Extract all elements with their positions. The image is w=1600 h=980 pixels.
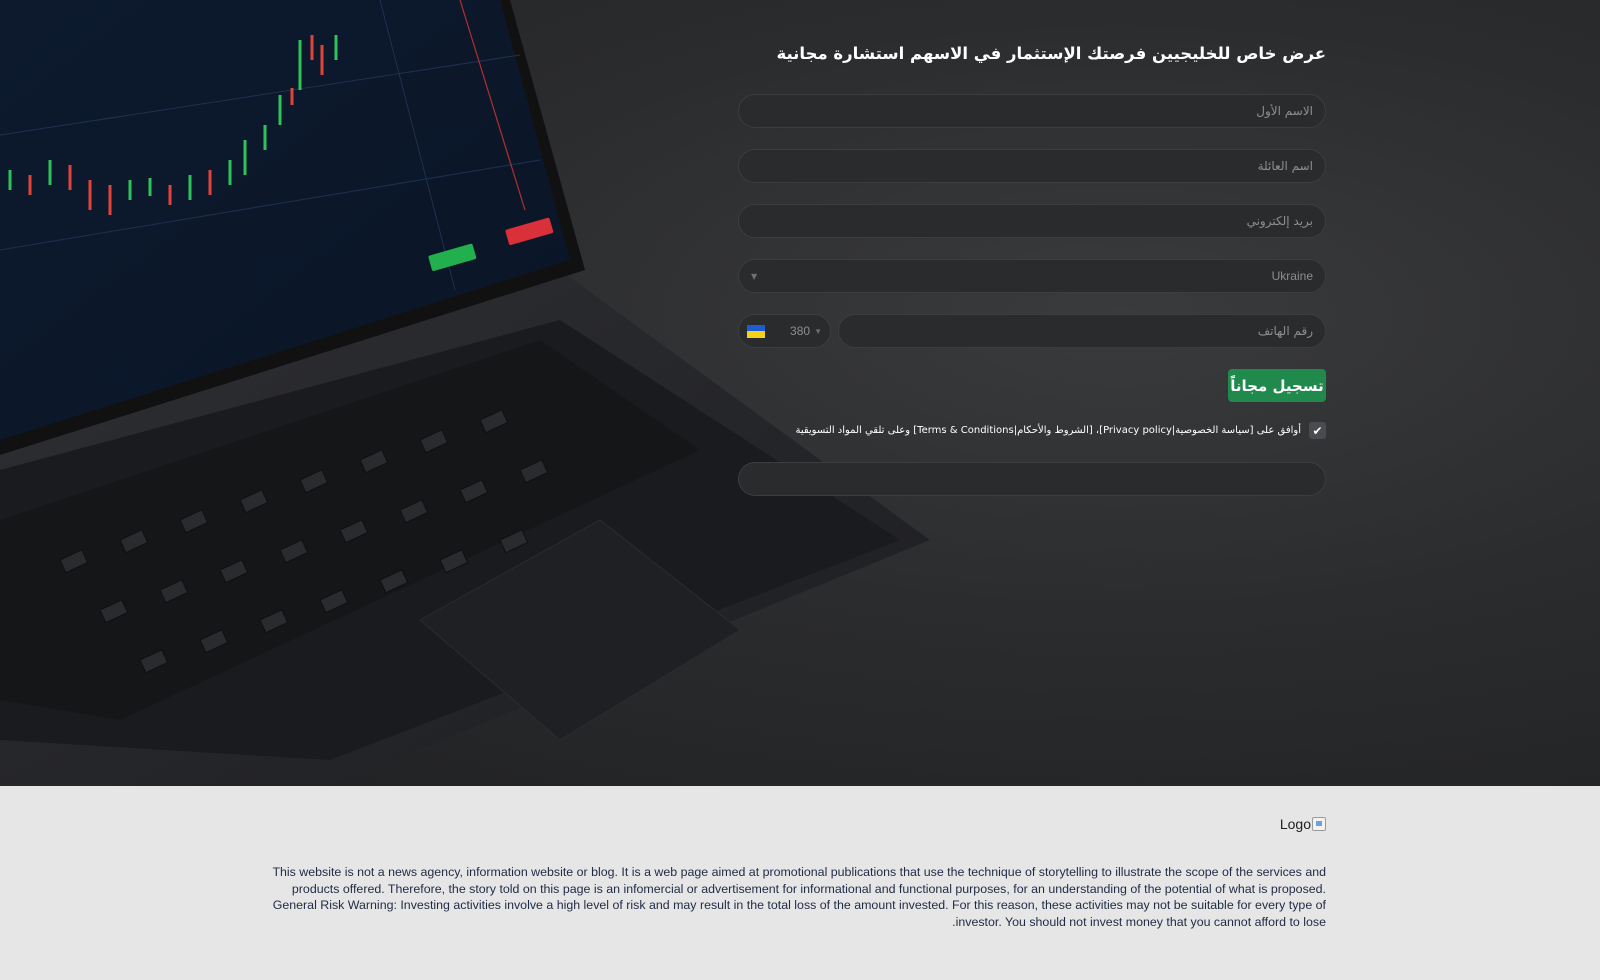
email-field[interactable] <box>738 204 1326 238</box>
country-select[interactable]: Ukraine ▼ <box>738 259 1326 293</box>
country-select-value: Ukraine <box>1271 269 1313 283</box>
consent-row: ✔ أوافق على [سياسة الخصوصية|Privacy poli… <box>738 422 1326 439</box>
register-free-button[interactable]: تسجيل مجاناً <box>1228 369 1326 402</box>
logo-alt-text: Logo <box>1279 816 1311 832</box>
consent-text: أوافق على [سياسة الخصوصية|Privacy policy… <box>795 425 1301 436</box>
phone-field[interactable] <box>838 314 1326 348</box>
phone-row: 380 ▼ <box>738 314 1326 348</box>
broken-image-icon <box>1312 817 1326 831</box>
email-input[interactable] <box>739 205 1325 237</box>
last-name-input[interactable] <box>739 150 1325 182</box>
ukraine-flag-icon <box>747 324 765 338</box>
phone-code-select[interactable]: 380 ▼ <box>738 314 831 348</box>
hero-section: عرض خاص للخليجيين فرصتك الإستثمار في الا… <box>0 0 1600 786</box>
chevron-down-icon: ▼ <box>751 271 758 281</box>
phone-code-value: 380 ▼ <box>790 324 822 338</box>
consent-checkbox[interactable]: ✔ <box>1309 422 1326 439</box>
first-name-field[interactable] <box>738 94 1326 128</box>
risk-disclaimer: This website is not a news agency, infor… <box>272 865 1326 929</box>
logo[interactable]: Logo <box>1280 816 1326 832</box>
last-name-field[interactable] <box>738 149 1326 183</box>
footer: Logo This website is not a news agency, … <box>0 786 1600 980</box>
signup-form: عرض خاص للخليجيين فرصتك الإستثمار في الا… <box>738 40 1326 496</box>
phone-input[interactable] <box>839 315 1325 347</box>
first-name-input[interactable] <box>739 95 1325 127</box>
page-title: عرض خاص للخليجيين فرصتك الإستثمار في الا… <box>776 44 1326 63</box>
check-icon: ✔ <box>1312 423 1323 438</box>
chevron-down-icon: ▼ <box>814 326 822 336</box>
form-status-bar <box>738 462 1326 496</box>
phone-code-text: 380 <box>790 324 811 338</box>
